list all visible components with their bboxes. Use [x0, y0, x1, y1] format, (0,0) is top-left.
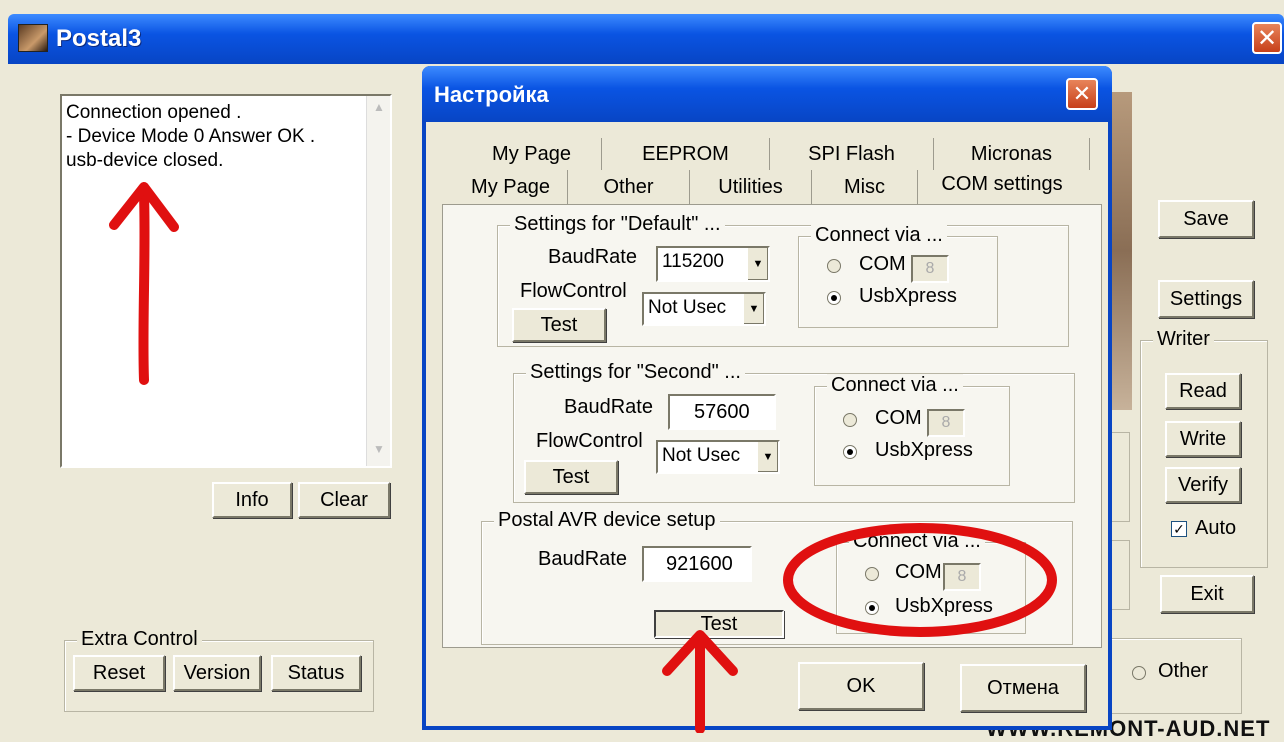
log-line: Connection opened .: [66, 102, 242, 123]
settings-button[interactable]: Settings: [1158, 280, 1254, 318]
verify-button[interactable]: Verify: [1165, 467, 1241, 503]
second-usbxpress-radio[interactable]: [843, 445, 857, 459]
ok-button[interactable]: OK: [798, 662, 924, 710]
default-group-title: Settings for "Default" ...: [510, 213, 725, 236]
dialog-title: Настройка: [434, 82, 549, 107]
default-usbxpress-label: UsbXpress: [859, 285, 957, 307]
second-connect-title: Connect via ...: [827, 374, 963, 397]
tab-spi-flash[interactable]: SPI Flash: [770, 138, 934, 170]
tab-strip-row2: My Page Other Utilities Misc COM setting…: [454, 170, 1104, 204]
default-com-label: COM: [859, 253, 906, 275]
auto-checkbox[interactable]: ✓: [1171, 521, 1187, 537]
second-baudrate-label: BaudRate: [564, 396, 653, 418]
tab-com-settings[interactable]: COM settings: [918, 164, 1086, 204]
side-panel-edge: [1112, 432, 1130, 522]
main-close-button[interactable]: ✕: [1252, 22, 1282, 54]
close-icon: ✕: [1256, 24, 1278, 52]
annotation-ellipse: [783, 523, 1057, 637]
log-scrollbar[interactable]: ▲ ▼: [366, 96, 390, 466]
version-button[interactable]: Version: [173, 655, 261, 691]
second-flowcontrol-label: FlowControl: [536, 430, 643, 452]
cancel-button[interactable]: Отмена: [960, 664, 1086, 712]
reset-button[interactable]: Reset: [73, 655, 165, 691]
dialog-close-button[interactable]: ✕: [1066, 78, 1098, 110]
save-button[interactable]: Save: [1158, 200, 1254, 238]
main-title: Postal3: [56, 25, 142, 52]
default-connect-title: Connect via ...: [811, 224, 947, 247]
other-label: Other: [1158, 660, 1209, 682]
log-line: - Device Mode 0 Answer OK .: [66, 126, 316, 147]
second-settings-group: Settings for "Second" ... BaudRate 57600…: [513, 361, 1075, 503]
default-connect-group: Connect via ... COM 8 UsbXpress: [798, 224, 998, 328]
default-settings-group: Settings for "Default" ... BaudRate 1152…: [497, 213, 1069, 347]
tab-my-page[interactable]: My Page: [462, 138, 602, 170]
status-button[interactable]: Status: [271, 655, 361, 691]
default-baudrate-label: BaudRate: [548, 246, 637, 268]
exit-button[interactable]: Exit: [1160, 575, 1254, 613]
main-title-bar[interactable]: Postal3 ✕: [8, 14, 1284, 64]
default-com-radio[interactable]: [827, 259, 841, 273]
read-button[interactable]: Read: [1165, 373, 1241, 409]
chevron-down-icon[interactable]: ▼: [742, 294, 764, 324]
extra-control-group: Extra Control Reset Version Status: [64, 628, 374, 712]
app-icon: [18, 24, 48, 52]
tab-other[interactable]: Other: [568, 170, 690, 204]
default-flowcontrol-select[interactable]: Not Usec ▼: [642, 292, 766, 326]
write-button[interactable]: Write: [1165, 421, 1241, 457]
second-com-radio[interactable]: [843, 413, 857, 427]
writer-title: Writer: [1153, 328, 1214, 351]
second-com-field[interactable]: 8: [927, 409, 965, 437]
avr-group-title: Postal AVR device setup: [494, 509, 720, 532]
default-flowcontrol-label: FlowControl: [520, 280, 627, 302]
info-button[interactable]: Info: [212, 482, 292, 518]
second-baudrate-field[interactable]: 57600: [668, 394, 776, 430]
second-test-button[interactable]: Test: [524, 460, 618, 494]
second-flowcontrol-select[interactable]: Not Usec ▼: [656, 440, 780, 474]
default-com-field[interactable]: 8: [911, 255, 949, 283]
second-group-title: Settings for "Second" ...: [526, 361, 745, 384]
dialog-title-bar[interactable]: Настройка ✕: [422, 66, 1112, 122]
auto-label: Auto: [1195, 517, 1237, 539]
avr-baudrate-field[interactable]: 921600: [642, 546, 752, 582]
other-radio[interactable]: [1132, 666, 1146, 680]
annotation-arrow-up: [109, 182, 179, 385]
second-connect-group: Connect via ... COM 8 UsbXpress: [814, 374, 1010, 486]
tab-my-page-2[interactable]: My Page: [454, 170, 568, 204]
scroll-down-icon[interactable]: ▼: [370, 442, 388, 460]
default-test-button[interactable]: Test: [512, 308, 606, 342]
tab-utilities[interactable]: Utilities: [690, 170, 812, 204]
clear-button[interactable]: Clear: [298, 482, 390, 518]
annotation-arrow-test: [662, 630, 738, 733]
second-usbxpress-label: UsbXpress: [875, 439, 973, 461]
default-baudrate-select[interactable]: 115200 ▼: [656, 246, 770, 282]
writer-group: Writer Read Write Verify ✓ Auto: [1140, 328, 1268, 568]
tab-eeprom[interactable]: EEPROM: [602, 138, 770, 170]
tab-misc[interactable]: Misc: [812, 170, 918, 204]
log-line: usb-device closed.: [66, 150, 224, 171]
default-usbxpress-radio[interactable]: [827, 291, 841, 305]
close-icon: ✕: [1072, 81, 1092, 106]
chevron-down-icon[interactable]: ▼: [756, 442, 778, 472]
avr-baudrate-label: BaudRate: [538, 548, 627, 570]
preview-image: [1112, 92, 1132, 410]
side-panel-edge: [1112, 540, 1130, 610]
extra-control-title: Extra Control: [77, 628, 202, 651]
second-com-label: COM: [875, 407, 922, 429]
scroll-up-icon[interactable]: ▲: [370, 100, 388, 118]
chevron-down-icon[interactable]: ▼: [746, 248, 768, 280]
